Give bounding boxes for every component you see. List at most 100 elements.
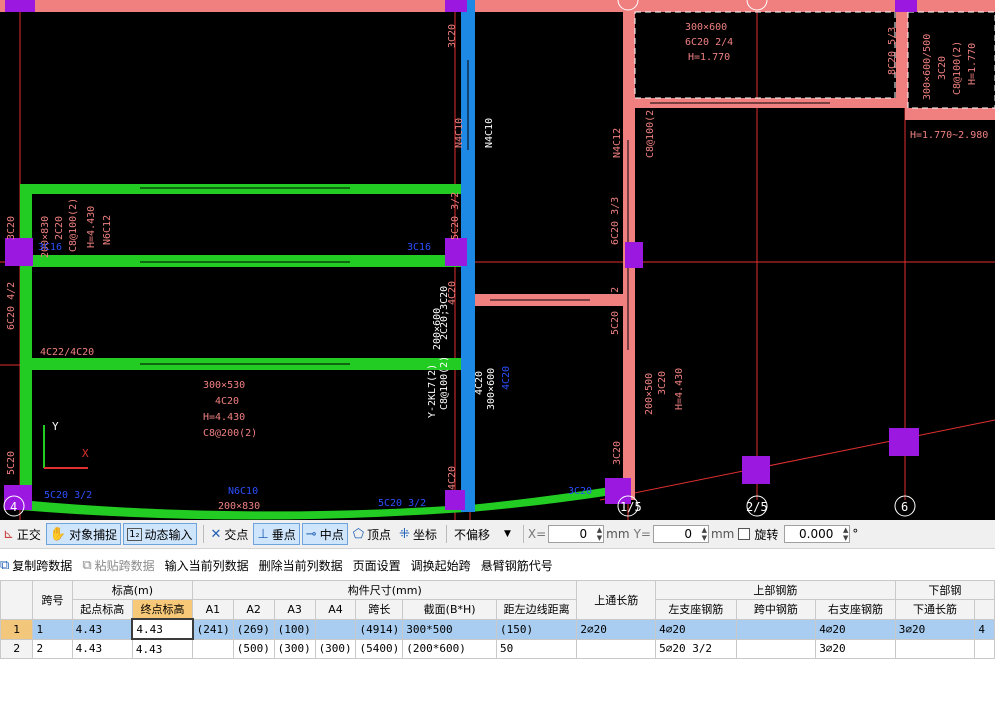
cad-label: N6C10 [228, 486, 258, 497]
spinner-icon[interactable]: ▲ ▼ [702, 526, 707, 542]
cell-extra[interactable]: 4 [974, 618, 995, 640]
object-snap-toggle[interactable]: ✋ 对象捕捉 [45, 523, 122, 545]
col-mid-span[interactable]: 跨中钢筋 [735, 599, 817, 620]
input-column-button[interactable]: 输入当前列数据 [165, 557, 249, 574]
col-left-support[interactable]: 左支座钢筋 [655, 599, 737, 620]
cell-left-support[interactable]: 5⌀20 3/2 [655, 638, 737, 659]
table-row[interactable]: 1 1 4.43 4.43 (241) (269) (100) (4914) 3… [0, 618, 995, 640]
intersection-icon: ✕ [210, 526, 222, 542]
paste-icon: ⧉ [82, 557, 92, 573]
cad-label: 4C20 [215, 396, 239, 407]
col-dist-left[interactable]: 距左边线距离 [495, 599, 578, 620]
x-input[interactable]: 0 ▲ ▼ [548, 525, 605, 543]
cad-label: H=1.770 [967, 43, 978, 85]
cad-label: N4C10 [454, 118, 465, 148]
col-top-through[interactable]: 上通长筋 [576, 580, 657, 620]
col-right-support[interactable]: 右支座钢筋 [815, 599, 896, 620]
cad-label: 200×500 [644, 373, 655, 415]
copy-span-button[interactable]: ⧉ 复制跨数据 [0, 557, 72, 574]
toolbar-separator [202, 525, 204, 543]
cell-span[interactable]: 2 [32, 638, 73, 659]
rotate-input[interactable]: 0.000 ▲ ▼ [784, 525, 851, 543]
row-index[interactable]: 2 [0, 638, 34, 659]
cad-label: C8@100(2) [439, 356, 450, 410]
coordinate-snap[interactable]: ⁜ 坐标 [396, 523, 440, 545]
cell-a1[interactable]: (241) [192, 618, 234, 640]
perpendicular-snap[interactable]: ⊥ 垂点 [253, 523, 300, 545]
cell-a1[interactable] [192, 638, 234, 659]
beams-salmon [0, 0, 995, 500]
cell-a4[interactable] [314, 618, 357, 640]
offset-mode-select[interactable]: 不偏移 ▼ [451, 523, 517, 545]
col-bottom-through[interactable]: 下通长筋 [894, 599, 976, 620]
col-a1[interactable]: A1 [192, 599, 234, 620]
cell-start-elev[interactable]: 4.43 [71, 618, 133, 640]
cell-a2[interactable]: (269) [232, 618, 275, 640]
col-a2[interactable]: A2 [232, 599, 275, 620]
cell-dist-left[interactable]: 50 [495, 638, 578, 659]
cell-span-len[interactable]: (4914) [355, 618, 404, 640]
toolbar-separator [522, 525, 524, 543]
cad-label: 300×600 [486, 368, 497, 410]
x-label: X= [527, 527, 547, 541]
col-a4[interactable]: A4 [314, 599, 357, 620]
delete-column-button[interactable]: 删除当前列数据 [259, 557, 343, 574]
cell-extra[interactable] [974, 638, 995, 659]
dynamic-input-icon: 1₂ [127, 527, 142, 541]
col-end-elev[interactable]: 终点标高 [131, 599, 194, 620]
dynamic-input-toggle[interactable]: 1₂ 动态输入 [123, 523, 197, 545]
cad-label: C8@100(2) [645, 104, 656, 158]
col-span-no[interactable]: 跨号 [32, 580, 73, 620]
page-setup-button[interactable]: 页面设置 [353, 557, 401, 574]
table-row[interactable]: 2 2 4.43 4.43 (500) (300) (300) (5400) (… [0, 638, 995, 659]
cell-top-through[interactable] [576, 638, 657, 659]
cell-bottom-through[interactable]: 3⌀20 [894, 618, 976, 640]
paste-span-button[interactable]: ⧉ 粘贴跨数据 [82, 557, 154, 574]
cell-a3[interactable]: (100) [273, 618, 316, 640]
y-input[interactable]: 0 ▲ ▼ [652, 525, 709, 543]
cantilever-code-button[interactable]: 悬臂钢筋代号 [481, 557, 553, 574]
cad-label: 8C20 5/3 [887, 27, 898, 75]
col-extra[interactable] [974, 599, 995, 620]
spinner-icon[interactable]: ▲ ▼ [597, 526, 602, 542]
ortho-toggle[interactable]: ⊾ 正交 [0, 523, 44, 545]
cad-label: 3C20 [612, 441, 623, 465]
axis-label: 1/5 [620, 500, 642, 514]
swap-start-button[interactable]: 调换起始跨 [411, 557, 471, 574]
cell-mid-span[interactable] [735, 638, 817, 659]
cell-end-elev-editing[interactable]: 4.43 [131, 618, 194, 640]
cell-start-elev[interactable]: 4.43 [71, 638, 133, 659]
cad-label: H=1.770 [688, 52, 730, 63]
col-start-elev[interactable]: 起点标高 [71, 599, 133, 620]
cad-label: 6C20 2/4 [685, 37, 733, 48]
cad-drawing-canvas[interactable]: 300×600 6C20 2/4 H=1.770 8C20 5/3 300×60… [0, 0, 995, 520]
cell-section[interactable]: 300*500 [402, 618, 497, 640]
rotate-checkbox[interactable] [738, 528, 751, 540]
intersection-snap[interactable]: ✕ 交点 [208, 523, 252, 545]
col-span-len[interactable]: 跨长 [355, 599, 404, 620]
cell-dist-left[interactable]: (150) [495, 618, 578, 640]
col-section[interactable]: 截面(B*H) [402, 599, 497, 620]
cell-section[interactable]: (200*600) [402, 638, 497, 659]
cell-a4[interactable]: (300) [314, 638, 357, 659]
vertex-snap[interactable]: ⬠ 顶点 [350, 523, 394, 545]
col-a3[interactable]: A3 [273, 599, 316, 620]
cad-label: 300×600/500 [922, 34, 933, 100]
cad-drawing[interactable]: 300×600 6C20 2/4 H=1.770 8C20 5/3 300×60… [0, 0, 995, 520]
cell-mid-span[interactable] [735, 618, 817, 640]
cell-right-support[interactable]: 4⌀20 [815, 618, 896, 640]
cell-a3[interactable]: (300) [273, 638, 316, 659]
cell-a2[interactable]: (500) [232, 638, 275, 659]
cell-span-len[interactable]: (5400) [355, 638, 404, 659]
row-index[interactable]: 1 [0, 618, 34, 640]
cell-right-support[interactable]: 3⌀20 [815, 638, 896, 659]
cell-span[interactable]: 1 [32, 618, 73, 640]
cell-end-elev[interactable]: 4.43 [131, 638, 194, 659]
cell-left-support[interactable]: 4⌀20 [655, 618, 737, 640]
spinner-icon[interactable]: ▲ ▼ [843, 526, 848, 542]
cell-bottom-through[interactable] [894, 638, 976, 659]
cad-label: H=4.430 [674, 368, 685, 410]
col-group-elevation: 标高(m) [71, 580, 194, 600]
midpoint-snap[interactable]: ⊸ 中点 [301, 523, 348, 545]
cell-top-through[interactable]: 2⌀20 [576, 618, 657, 640]
